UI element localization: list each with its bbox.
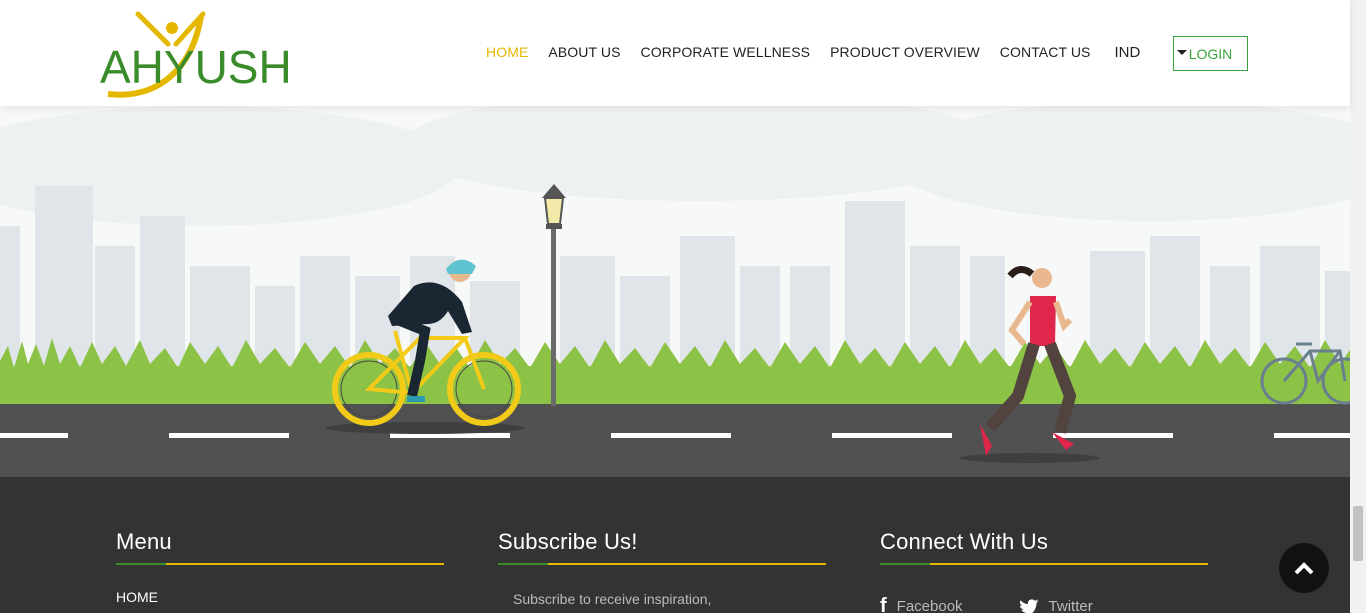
site-header: AHYUSH HOME ABOUT US CORPORATE WELLNESS … [0, 0, 1350, 106]
nav-corporate-wellness[interactable]: CORPORATE WELLNESS [641, 44, 811, 60]
nav-about-us[interactable]: ABOUT US [548, 44, 620, 60]
title-underline [116, 563, 444, 565]
footer-connect-title: Connect With Us [880, 529, 1049, 554]
nav-product-overview[interactable]: PRODUCT OVERVIEW [830, 44, 980, 60]
footer-link-home[interactable]: HOME [116, 589, 444, 605]
hero-illustration [0, 106, 1350, 477]
footer-menu: Menu HOME [116, 529, 444, 605]
facebook-link[interactable]: f Facebook [880, 595, 963, 613]
twitter-icon [1019, 598, 1039, 613]
page-scrollbar[interactable] [1350, 0, 1366, 613]
title-underline [498, 563, 826, 565]
road [0, 404, 1350, 477]
footer-menu-title: Menu [116, 529, 172, 554]
main-nav: HOME ABOUT US CORPORATE WELLNESS PRODUCT… [476, 36, 1187, 68]
social-links: f Facebook Twitter [880, 595, 1208, 613]
twitter-link[interactable]: Twitter [1019, 595, 1093, 613]
site-footer: Menu HOME Subscribe Us! Subscribe to rec… [0, 477, 1350, 613]
nav-contact-us[interactable]: CONTACT US [1000, 44, 1091, 60]
footer-subscribe: Subscribe Us! Subscribe to receive inspi… [498, 529, 826, 607]
language-value: IND [1114, 43, 1141, 61]
footer-subscribe-title: Subscribe Us! [498, 529, 638, 554]
page: AHYUSH HOME ABOUT US CORPORATE WELLNESS … [0, 0, 1366, 613]
nav-home[interactable]: HOME [486, 44, 528, 60]
footer-connect: Connect With Us f Facebook Twitter [880, 529, 1208, 613]
brand-name: AHYUSH [100, 41, 292, 93]
back-to-top-button[interactable] [1279, 543, 1329, 593]
facebook-label: Facebook [896, 598, 963, 613]
title-underline [880, 563, 1208, 565]
hero-banner [0, 106, 1350, 477]
chevron-up-icon [1294, 562, 1314, 575]
twitter-label: Twitter [1048, 598, 1093, 613]
scrollbar-thumb[interactable] [1353, 506, 1363, 561]
brand-logo[interactable]: AHYUSH [98, 8, 292, 100]
login-button[interactable]: LOGIN [1173, 36, 1248, 71]
subscribe-text: Subscribe to receive inspiration, [513, 591, 712, 607]
clouds [0, 106, 1350, 226]
facebook-icon: f [880, 595, 887, 613]
